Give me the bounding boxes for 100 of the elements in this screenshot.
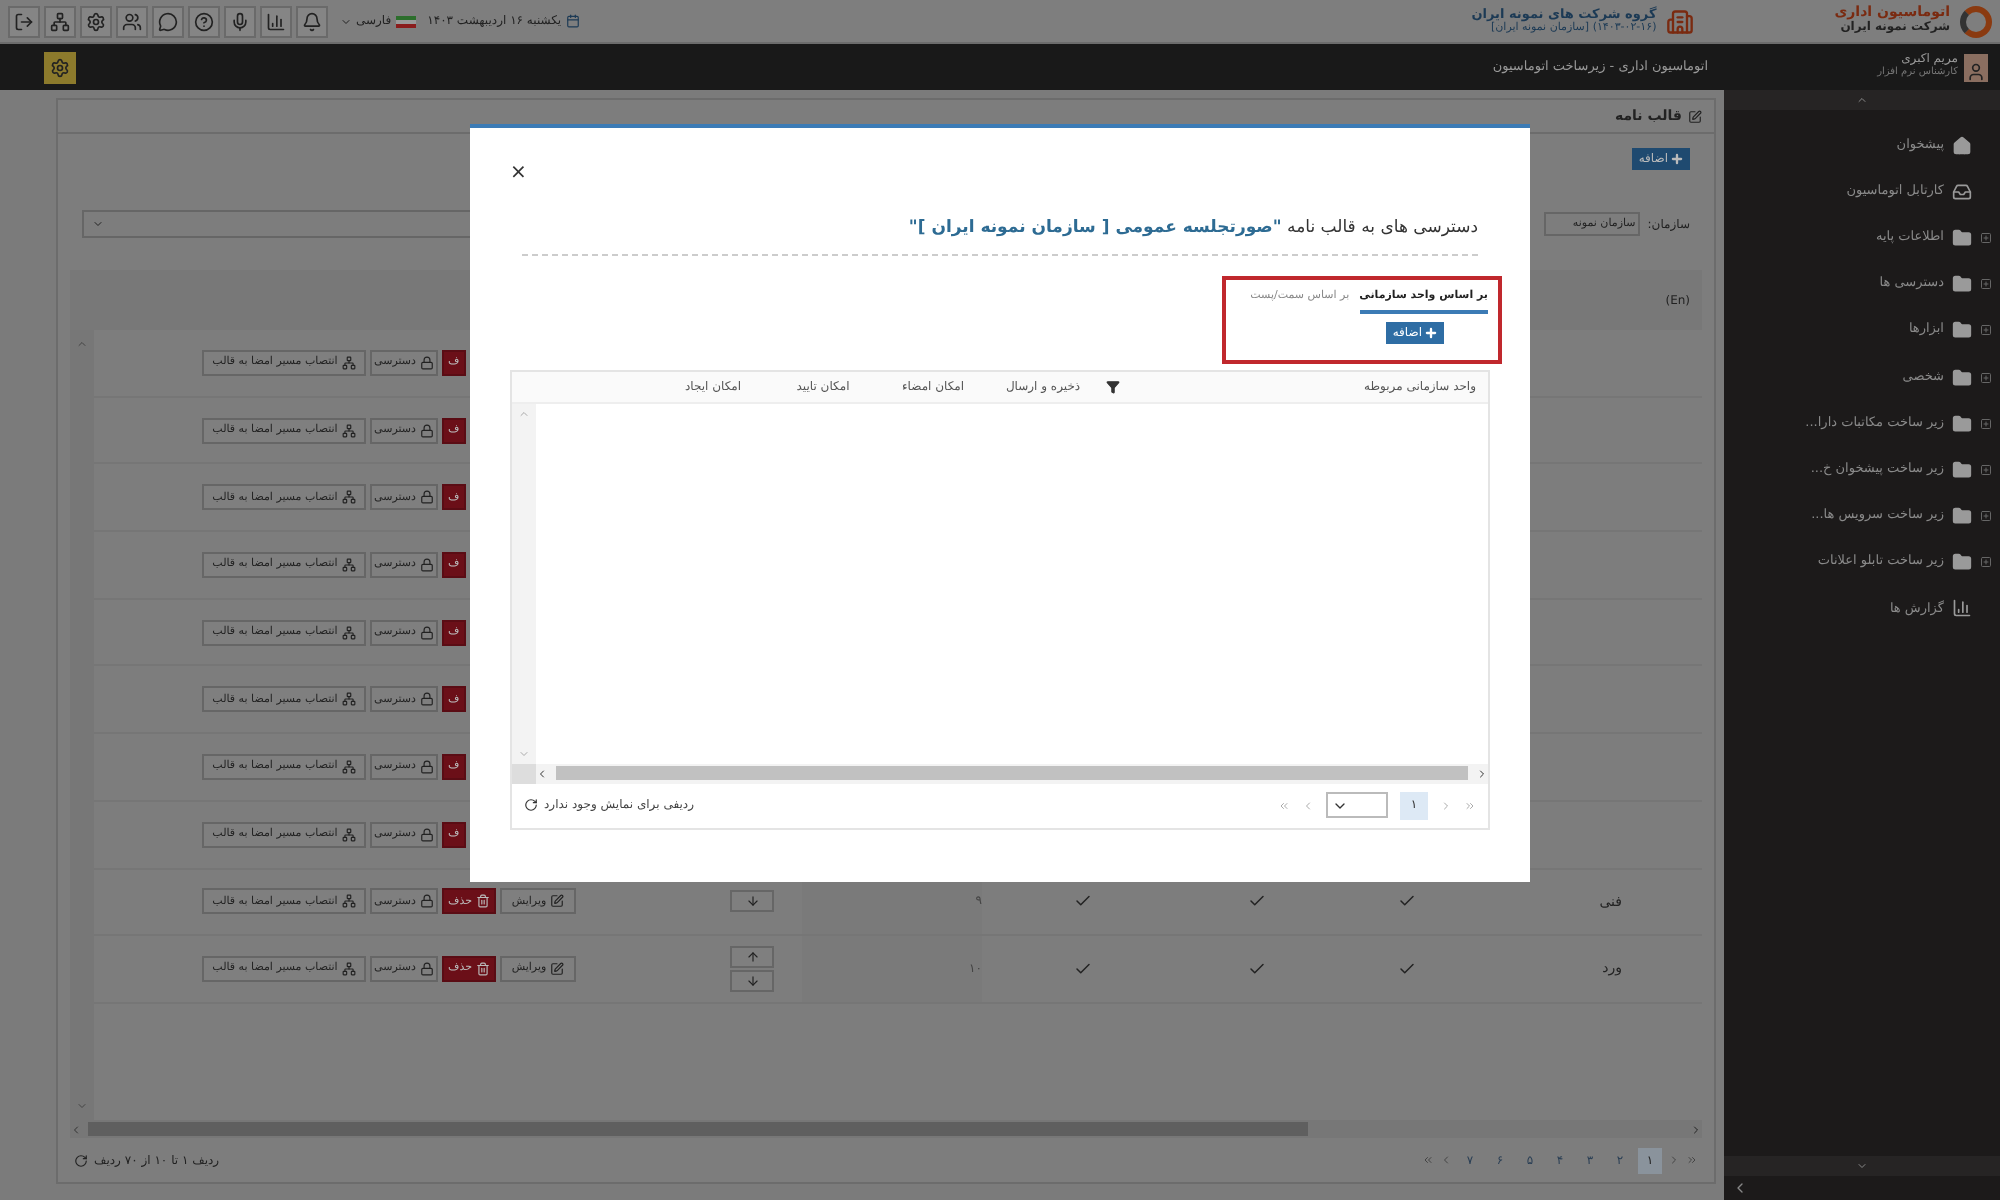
hierarchy-icon [50,11,70,31]
plus-icon [1670,152,1684,166]
scroll-right-icon[interactable] [1690,1123,1702,1135]
arrow-up-icon [745,950,759,965]
toolbar-button[interactable] [296,5,328,37]
logout-icon [14,11,34,31]
toolbar-button[interactable] [224,5,256,37]
folder-icon [1952,367,1972,388]
arrow-down-icon [745,894,759,909]
bell-icon [302,11,322,31]
toolbar-button[interactable] [188,5,220,37]
hierarchy-icon [341,962,356,977]
hierarchy-icon [341,557,356,572]
scrollbar[interactable] [556,766,1468,781]
folder-icon [1952,274,1972,295]
lock-icon [419,962,434,977]
folder-icon [1952,506,1972,527]
move-down-button[interactable] [730,970,774,993]
toolbar-button[interactable] [44,5,76,37]
page-size-select[interactable] [1326,792,1388,819]
lock-icon [419,625,434,640]
collapse-icon[interactable] [1856,94,1868,106]
person-icon [1966,61,1986,81]
back-icon[interactable] [1732,1180,1748,1196]
home-icon [1952,135,1972,156]
expand-icon[interactable] [1980,231,1992,244]
toolbar-button[interactable] [116,5,148,37]
scroll-down-icon[interactable] [518,747,530,760]
toolbar-button[interactable] [8,5,40,37]
hierarchy-icon [341,355,356,370]
lock-icon [419,490,434,505]
hierarchy-icon [341,490,356,505]
flag-icon [395,15,416,27]
trash-icon [476,894,490,909]
previous-page-icon[interactable] [1302,799,1314,812]
move-up-button[interactable] [730,946,774,969]
last-page-icon[interactable] [1422,1154,1434,1166]
expand-icon[interactable] [1980,510,1992,523]
chat-icon [158,11,178,31]
dialog-title: دسترسی های به قالب نامه [1285,218,1478,238]
plus-icon [1424,326,1438,340]
settings-button[interactable] [44,51,76,83]
first-page-icon[interactable] [1686,1154,1698,1166]
next-page-icon[interactable] [1440,799,1452,812]
next-page-icon[interactable] [1440,1154,1452,1166]
expand-icon[interactable] [1856,1160,1868,1172]
scroll-left-icon[interactable] [536,767,548,780]
folder-icon [1952,227,1972,248]
toolbar-button[interactable] [152,5,184,37]
scroll-down-icon[interactable] [76,1100,88,1112]
lock-icon [419,692,434,707]
first-page-icon[interactable] [1278,799,1290,812]
toolbar-button[interactable] [260,5,292,37]
scroll-up-icon[interactable] [518,407,530,420]
refresh-icon[interactable] [524,798,538,813]
hierarchy-icon [341,423,356,438]
filter-select[interactable] [82,210,474,238]
folder-icon [1952,552,1972,573]
expand-icon[interactable] [1980,417,1992,430]
scroll-up-icon[interactable] [76,338,88,350]
gear-icon [50,57,70,77]
template-link[interactable]: "صورتجلسه عمومی [ سازمان نمونه ایران ]" [908,218,1282,238]
last-page-icon[interactable] [1464,799,1476,812]
scrollbar[interactable] [88,1122,1308,1136]
toolbar-button[interactable] [80,5,112,37]
settings-icon [86,11,106,31]
move-down-button[interactable] [730,890,774,913]
filter-icon[interactable] [1106,379,1120,394]
calendar-icon [565,14,580,28]
bar-chart-icon [1952,598,1972,619]
panel-icon [1688,109,1702,123]
vertical-scrollbar[interactable] [512,403,536,764]
help-icon [194,11,214,31]
lock-icon [419,894,434,909]
expand-icon[interactable] [1980,371,1992,384]
pencil-icon [550,962,565,977]
expand-icon[interactable] [1980,463,1992,476]
caret-icon [92,218,104,230]
folder-icon [1952,320,1972,341]
scroll-left-icon[interactable] [70,1123,82,1135]
lock-icon [419,827,434,842]
lock-icon [419,423,434,438]
inbox-icon [1952,181,1972,202]
caret-icon [340,15,352,27]
hierarchy-icon [341,827,356,842]
bar-chart-icon [266,11,286,31]
logo-icon [1960,5,1992,37]
expand-icon[interactable] [1980,278,1992,291]
expand-icon[interactable] [1980,556,1992,569]
hierarchy-icon [341,894,356,909]
hierarchy-icon [341,625,356,640]
close-button[interactable]: × [510,164,527,184]
scroll-right-icon[interactable] [1476,767,1488,780]
pencil-icon [550,894,565,909]
previous-page-icon[interactable] [1668,1154,1680,1166]
expand-icon[interactable] [1980,324,1992,337]
trash-icon [476,962,490,977]
folder-icon [1952,459,1972,480]
arrow-down-icon [745,974,759,989]
microphone-icon [230,11,250,31]
